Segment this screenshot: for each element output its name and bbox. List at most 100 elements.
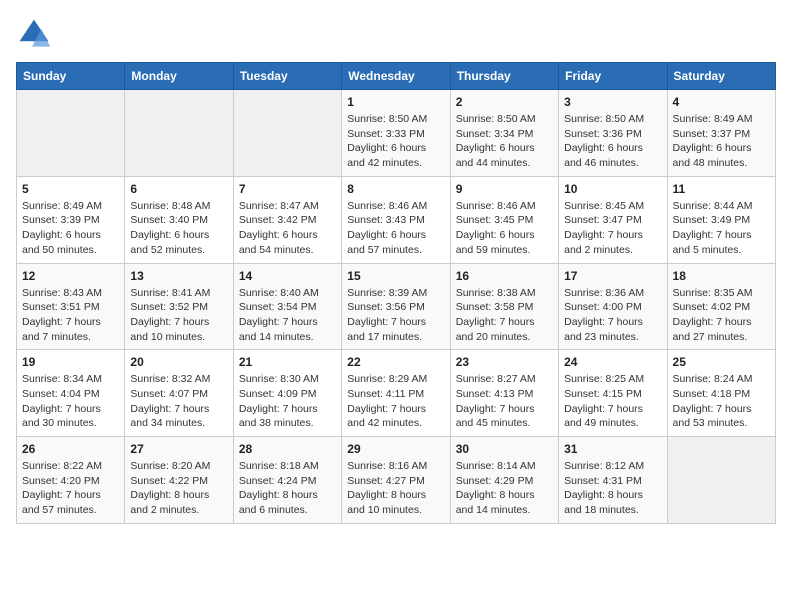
header-cell-sunday: Sunday <box>17 63 125 90</box>
day-cell: 28 Sunrise: 8:18 AM Sunset: 4:24 PM Dayli… <box>233 437 341 524</box>
day-cell: 14 Sunrise: 8:40 AM Sunset: 3:54 PM Dayli… <box>233 263 341 350</box>
day-number: 12 <box>22 269 119 283</box>
day-info: Sunrise: 8:45 AM Sunset: 3:47 PM Dayligh… <box>564 199 661 258</box>
day-cell: 19 Sunrise: 8:34 AM Sunset: 4:04 PM Dayli… <box>17 350 125 437</box>
day-number: 18 <box>673 269 770 283</box>
day-number: 17 <box>564 269 661 283</box>
day-cell: 9 Sunrise: 8:46 AM Sunset: 3:45 PM Daylig… <box>450 176 558 263</box>
day-number: 11 <box>673 182 770 196</box>
day-number: 19 <box>22 355 119 369</box>
day-info: Sunrise: 8:24 AM Sunset: 4:18 PM Dayligh… <box>673 372 770 431</box>
day-number: 15 <box>347 269 444 283</box>
day-info: Sunrise: 8:36 AM Sunset: 4:00 PM Dayligh… <box>564 286 661 345</box>
header-cell-friday: Friday <box>559 63 667 90</box>
day-number: 7 <box>239 182 336 196</box>
day-cell: 15 Sunrise: 8:39 AM Sunset: 3:56 PM Dayli… <box>342 263 450 350</box>
day-number: 20 <box>130 355 227 369</box>
week-row-4: 19 Sunrise: 8:34 AM Sunset: 4:04 PM Dayli… <box>17 350 776 437</box>
day-cell: 2 Sunrise: 8:50 AM Sunset: 3:34 PM Daylig… <box>450 90 558 177</box>
day-info: Sunrise: 8:35 AM Sunset: 4:02 PM Dayligh… <box>673 286 770 345</box>
day-info: Sunrise: 8:18 AM Sunset: 4:24 PM Dayligh… <box>239 459 336 518</box>
header-cell-saturday: Saturday <box>667 63 775 90</box>
day-info: Sunrise: 8:46 AM Sunset: 3:45 PM Dayligh… <box>456 199 553 258</box>
day-number: 9 <box>456 182 553 196</box>
week-row-3: 12 Sunrise: 8:43 AM Sunset: 3:51 PM Dayli… <box>17 263 776 350</box>
logo <box>16 16 56 52</box>
day-number: 23 <box>456 355 553 369</box>
day-number: 5 <box>22 182 119 196</box>
day-cell: 16Sunrise: 8:38 AM Sunset: 3:58 PM Dayli… <box>450 263 558 350</box>
day-number: 16 <box>456 269 553 283</box>
day-number: 25 <box>673 355 770 369</box>
day-info: Sunrise: 8:50 AM Sunset: 3:34 PM Dayligh… <box>456 112 553 171</box>
calendar-header: SundayMondayTuesdayWednesdayThursdayFrid… <box>17 63 776 90</box>
day-number: 6 <box>130 182 227 196</box>
day-number: 26 <box>22 442 119 456</box>
week-row-2: 5 Sunrise: 8:49 AM Sunset: 3:39 PM Daylig… <box>17 176 776 263</box>
calendar-body: 1Sunrise: 8:50 AM Sunset: 3:33 PM Daylig… <box>17 90 776 524</box>
day-cell: 7 Sunrise: 8:47 AM Sunset: 3:42 PM Daylig… <box>233 176 341 263</box>
day-info: Sunrise: 8:49 AM Sunset: 3:37 PM Dayligh… <box>673 112 770 171</box>
day-number: 24 <box>564 355 661 369</box>
header-cell-wednesday: Wednesday <box>342 63 450 90</box>
day-info: Sunrise: 8:22 AM Sunset: 4:20 PM Dayligh… <box>22 459 119 518</box>
day-info: Sunrise: 8:39 AM Sunset: 3:56 PM Dayligh… <box>347 286 444 345</box>
day-number: 8 <box>347 182 444 196</box>
day-cell <box>17 90 125 177</box>
week-row-1: 1Sunrise: 8:50 AM Sunset: 3:33 PM Daylig… <box>17 90 776 177</box>
day-info: Sunrise: 8:16 AM Sunset: 4:27 PM Dayligh… <box>347 459 444 518</box>
calendar-table: SundayMondayTuesdayWednesdayThursdayFrid… <box>16 62 776 524</box>
day-cell: 27 Sunrise: 8:20 AM Sunset: 4:22 PM Dayli… <box>125 437 233 524</box>
day-cell: 13Sunrise: 8:41 AM Sunset: 3:52 PM Dayli… <box>125 263 233 350</box>
day-info: Sunrise: 8:50 AM Sunset: 3:36 PM Dayligh… <box>564 112 661 171</box>
day-number: 30 <box>456 442 553 456</box>
day-cell: 1Sunrise: 8:50 AM Sunset: 3:33 PM Daylig… <box>342 90 450 177</box>
day-info: Sunrise: 8:25 AM Sunset: 4:15 PM Dayligh… <box>564 372 661 431</box>
day-number: 3 <box>564 95 661 109</box>
day-number: 2 <box>456 95 553 109</box>
day-cell: 26 Sunrise: 8:22 AM Sunset: 4:20 PM Dayli… <box>17 437 125 524</box>
day-cell: 6 Sunrise: 8:48 AM Sunset: 3:40 PM Daylig… <box>125 176 233 263</box>
day-info: Sunrise: 8:14 AM Sunset: 4:29 PM Dayligh… <box>456 459 553 518</box>
day-cell: 25 Sunrise: 8:24 AM Sunset: 4:18 PM Dayli… <box>667 350 775 437</box>
day-info: Sunrise: 8:43 AM Sunset: 3:51 PM Dayligh… <box>22 286 119 345</box>
day-info: Sunrise: 8:47 AM Sunset: 3:42 PM Dayligh… <box>239 199 336 258</box>
day-info: Sunrise: 8:44 AM Sunset: 3:49 PM Dayligh… <box>673 199 770 258</box>
day-info: Sunrise: 8:46 AM Sunset: 3:43 PM Dayligh… <box>347 199 444 258</box>
day-cell: 3 Sunrise: 8:50 AM Sunset: 3:36 PM Daylig… <box>559 90 667 177</box>
day-info: Sunrise: 8:27 AM Sunset: 4:13 PM Dayligh… <box>456 372 553 431</box>
day-number: 4 <box>673 95 770 109</box>
day-cell: 5 Sunrise: 8:49 AM Sunset: 3:39 PM Daylig… <box>17 176 125 263</box>
header-cell-monday: Monday <box>125 63 233 90</box>
day-number: 21 <box>239 355 336 369</box>
day-info: Sunrise: 8:41 AM Sunset: 3:52 PM Dayligh… <box>130 286 227 345</box>
day-info: Sunrise: 8:20 AM Sunset: 4:22 PM Dayligh… <box>130 459 227 518</box>
day-cell: 31 Sunrise: 8:12 AM Sunset: 4:31 PM Dayli… <box>559 437 667 524</box>
header-cell-tuesday: Tuesday <box>233 63 341 90</box>
day-info: Sunrise: 8:40 AM Sunset: 3:54 PM Dayligh… <box>239 286 336 345</box>
day-info: Sunrise: 8:49 AM Sunset: 3:39 PM Dayligh… <box>22 199 119 258</box>
day-info: Sunrise: 8:12 AM Sunset: 4:31 PM Dayligh… <box>564 459 661 518</box>
day-number: 27 <box>130 442 227 456</box>
day-cell: 11 Sunrise: 8:44 AM Sunset: 3:49 PM Dayli… <box>667 176 775 263</box>
header-cell-thursday: Thursday <box>450 63 558 90</box>
day-cell: 29 Sunrise: 8:16 AM Sunset: 4:27 PM Dayli… <box>342 437 450 524</box>
day-info: Sunrise: 8:34 AM Sunset: 4:04 PM Dayligh… <box>22 372 119 431</box>
day-info: Sunrise: 8:48 AM Sunset: 3:40 PM Dayligh… <box>130 199 227 258</box>
day-cell: 8 Sunrise: 8:46 AM Sunset: 3:43 PM Daylig… <box>342 176 450 263</box>
day-cell: 24 Sunrise: 8:25 AM Sunset: 4:15 PM Dayli… <box>559 350 667 437</box>
day-number: 10 <box>564 182 661 196</box>
day-number: 28 <box>239 442 336 456</box>
day-number: 29 <box>347 442 444 456</box>
day-cell <box>233 90 341 177</box>
day-cell <box>667 437 775 524</box>
day-number: 31 <box>564 442 661 456</box>
day-cell: 22Sunrise: 8:29 AM Sunset: 4:11 PM Dayli… <box>342 350 450 437</box>
day-number: 1 <box>347 95 444 109</box>
day-cell: 12 Sunrise: 8:43 AM Sunset: 3:51 PM Dayli… <box>17 263 125 350</box>
day-number: 14 <box>239 269 336 283</box>
day-cell: 10 Sunrise: 8:45 AM Sunset: 3:47 PM Dayli… <box>559 176 667 263</box>
week-row-5: 26 Sunrise: 8:22 AM Sunset: 4:20 PM Dayli… <box>17 437 776 524</box>
day-info: Sunrise: 8:32 AM Sunset: 4:07 PM Dayligh… <box>130 372 227 431</box>
header-row: SundayMondayTuesdayWednesdayThursdayFrid… <box>17 63 776 90</box>
